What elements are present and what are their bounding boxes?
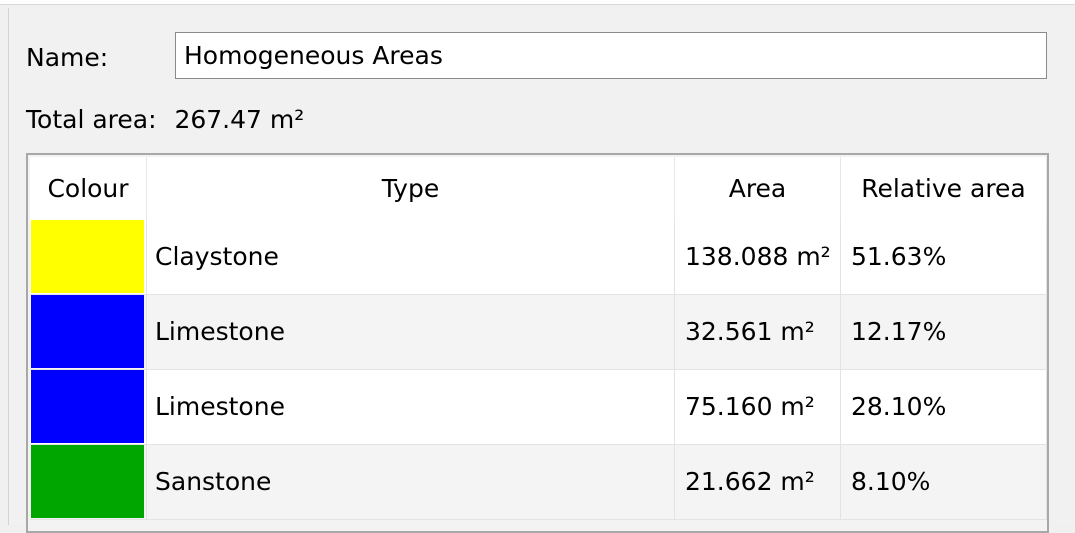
area-cell: 32.561 m² (674, 294, 841, 370)
name-input[interactable] (175, 32, 1047, 79)
table-row[interactable]: Sanstone 21.662 m² 8.10% (30, 444, 1047, 520)
relative-area-cell: 28.10% (840, 369, 1047, 445)
table-header-row: Colour Type Area Relative area (30, 157, 1047, 219)
table-row[interactable]: Limestone 32.561 m² 12.17% (30, 294, 1047, 370)
colour-cell[interactable] (30, 294, 147, 370)
type-cell[interactable]: Limestone (146, 369, 675, 445)
type-cell[interactable]: Limestone (146, 294, 675, 370)
total-area-label: Total area: (26, 105, 157, 134)
column-header-area[interactable]: Area (674, 157, 841, 219)
area-cell: 75.160 m² (674, 369, 841, 445)
name-label: Name: (26, 43, 109, 72)
area-cell: 138.088 m² (674, 219, 841, 295)
colour-cell[interactable] (30, 369, 147, 445)
colour-swatch[interactable] (31, 445, 144, 518)
colour-cell[interactable] (30, 219, 147, 295)
colour-swatch[interactable] (31, 295, 144, 368)
type-cell[interactable]: Claystone (146, 219, 675, 295)
areas-table-frame: Colour Type Area Relative area Claystone… (26, 153, 1049, 533)
total-area-row: Total area: 267.47 m² (26, 103, 304, 137)
column-header-relative-area[interactable]: Relative area (840, 157, 1047, 219)
total-area-value: 267.47 m² (174, 105, 305, 134)
table-row[interactable]: Claystone 138.088 m² 51.63% (30, 219, 1047, 295)
column-header-colour[interactable]: Colour (30, 157, 147, 219)
type-cell[interactable]: Sanstone (146, 444, 675, 520)
relative-area-cell: 8.10% (840, 444, 1047, 520)
table-row[interactable]: Limestone 75.160 m² 28.10% (30, 369, 1047, 445)
colour-cell[interactable] (30, 444, 147, 520)
relative-area-cell: 51.63% (840, 219, 1047, 295)
areas-table: Colour Type Area Relative area Claystone… (30, 157, 1047, 520)
column-header-type[interactable]: Type (146, 157, 675, 219)
colour-swatch[interactable] (31, 219, 144, 293)
colour-swatch[interactable] (31, 370, 144, 443)
relative-area-cell: 12.17% (840, 294, 1047, 370)
area-cell: 21.662 m² (674, 444, 841, 520)
window-top-strip (0, 0, 1075, 5)
